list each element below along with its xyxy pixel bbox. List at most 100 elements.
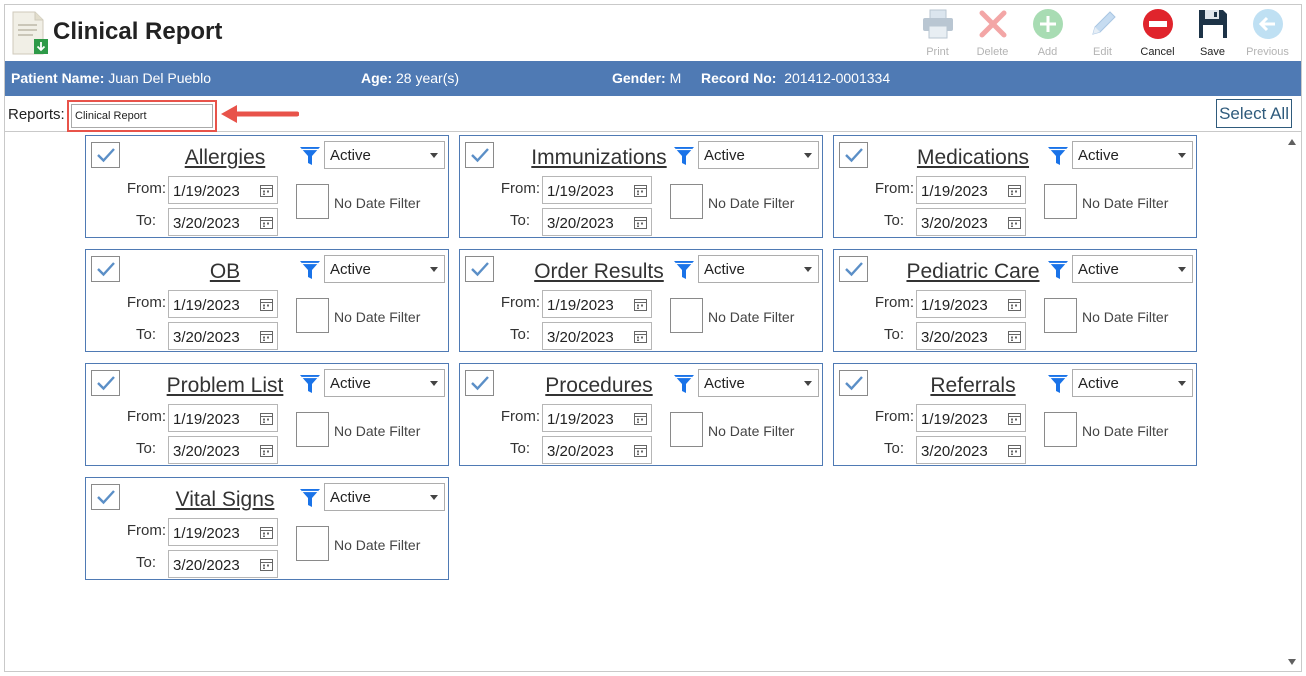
calendar-icon[interactable] [1008,412,1021,425]
no-date-filter-checkbox[interactable] [1044,412,1077,447]
section-title[interactable]: Medications [874,146,1072,170]
section-checkbox[interactable] [839,256,868,282]
section-title[interactable]: Immunizations [500,146,698,170]
select-all-button[interactable]: Select All [1216,99,1292,128]
status-value: Active [330,375,371,392]
reports-input[interactable]: Clinical Report [71,104,213,128]
calendar-icon[interactable] [260,298,273,311]
from-date-field[interactable]: 1/19/2023 [168,290,278,318]
from-date-field[interactable]: 1/19/2023 [542,290,652,318]
to-date-field[interactable]: 3/20/2023 [542,436,652,464]
no-date-filter-checkbox[interactable] [296,526,329,561]
calendar-icon[interactable] [1008,330,1021,343]
calendar-icon[interactable] [634,444,647,457]
section-checkbox[interactable] [91,370,120,396]
calendar-icon[interactable] [260,184,273,197]
chevron-down-icon [430,495,438,500]
from-date-field[interactable]: 1/19/2023 [916,404,1026,432]
calendar-icon[interactable] [260,526,273,539]
from-date-field[interactable]: 1/19/2023 [916,176,1026,204]
from-label: From: [126,294,166,311]
status-dropdown[interactable]: Active [324,141,445,169]
from-date-field[interactable]: 1/19/2023 [168,176,278,204]
no-date-filter-checkbox[interactable] [296,298,329,333]
to-date-field[interactable]: 3/20/2023 [916,322,1026,350]
from-date-field[interactable]: 1/19/2023 [916,290,1026,318]
section-title[interactable]: Referrals [874,374,1072,398]
to-date-field[interactable]: 3/20/2023 [168,208,278,236]
no-date-filter-checkbox[interactable] [1044,298,1077,333]
status-dropdown[interactable]: Active [1072,255,1193,283]
calendar-icon[interactable] [634,412,647,425]
section-title[interactable]: OB [126,260,324,284]
calendar-icon[interactable] [634,330,647,343]
section-title[interactable]: Procedures [500,374,698,398]
to-date-field[interactable]: 3/20/2023 [542,322,652,350]
from-date-field[interactable]: 1/19/2023 [542,176,652,204]
section-checkbox[interactable] [839,370,868,396]
section-checkbox[interactable] [465,256,494,282]
calendar-icon[interactable] [1008,184,1021,197]
to-date-field[interactable]: 3/20/2023 [542,208,652,236]
calendar-icon[interactable] [634,298,647,311]
section-checkbox[interactable] [91,484,120,510]
section-title[interactable]: Vital Signs [126,488,324,512]
section-title[interactable]: Order Results [500,260,698,284]
from-date-field[interactable]: 1/19/2023 [542,404,652,432]
no-date-filter-checkbox[interactable] [670,184,703,219]
cancel-button[interactable]: Cancel [1130,5,1185,61]
status-dropdown[interactable]: Active [1072,141,1193,169]
calendar-icon[interactable] [260,216,273,229]
status-dropdown[interactable]: Active [698,255,819,283]
previous-button[interactable]: Previous [1240,5,1295,61]
report-section-medications: Medications Active From: 1/19/2023 To: 3… [833,135,1197,238]
section-title[interactable]: Problem List [126,374,324,398]
calendar-icon[interactable] [260,558,273,571]
status-dropdown[interactable]: Active [324,369,445,397]
section-checkbox[interactable] [839,142,868,168]
calendar-icon[interactable] [634,216,647,229]
no-date-filter-checkbox[interactable] [1044,184,1077,219]
report-section-ob: OB Active From: 1/19/2023 To: 3/20/2023 [85,249,449,352]
save-button[interactable]: Save [1185,5,1240,61]
from-date-field[interactable]: 1/19/2023 [168,404,278,432]
to-date-field[interactable]: 3/20/2023 [168,550,278,578]
status-dropdown[interactable]: Active [698,369,819,397]
calendar-icon[interactable] [1008,216,1021,229]
scroll-up-arrow[interactable] [1287,137,1297,147]
section-checkbox[interactable] [91,256,120,282]
status-dropdown[interactable]: Active [324,255,445,283]
no-date-filter-checkbox[interactable] [296,184,329,219]
to-date-field[interactable]: 3/20/2023 [916,208,1026,236]
printer-icon [921,7,955,41]
section-title[interactable]: Allergies [126,146,324,170]
calendar-icon[interactable] [260,444,273,457]
status-dropdown[interactable]: Active [698,141,819,169]
section-checkbox[interactable] [91,142,120,168]
checkmark-icon [844,262,863,277]
calendar-icon[interactable] [260,412,273,425]
status-dropdown[interactable]: Active [1072,369,1193,397]
print-button[interactable]: Print [910,5,965,61]
edit-button[interactable]: Edit [1075,5,1130,61]
from-label: From: [500,180,540,197]
calendar-icon[interactable] [1008,444,1021,457]
from-date-field[interactable]: 1/19/2023 [168,518,278,546]
to-date-field[interactable]: 3/20/2023 [916,436,1026,464]
calendar-icon[interactable] [634,184,647,197]
section-title[interactable]: Pediatric Care [874,260,1072,284]
to-date-field[interactable]: 3/20/2023 [168,322,278,350]
calendar-icon[interactable] [1008,298,1021,311]
calendar-icon[interactable] [260,330,273,343]
delete-button[interactable]: Delete [965,5,1020,61]
section-checkbox[interactable] [465,370,494,396]
from-label: From: [126,180,166,197]
add-button[interactable]: Add [1020,5,1075,61]
no-date-filter-checkbox[interactable] [670,298,703,333]
scroll-down-arrow[interactable] [1287,657,1297,667]
no-date-filter-checkbox[interactable] [296,412,329,447]
no-date-filter-checkbox[interactable] [670,412,703,447]
to-date-field[interactable]: 3/20/2023 [168,436,278,464]
status-dropdown[interactable]: Active [324,483,445,511]
section-checkbox[interactable] [465,142,494,168]
